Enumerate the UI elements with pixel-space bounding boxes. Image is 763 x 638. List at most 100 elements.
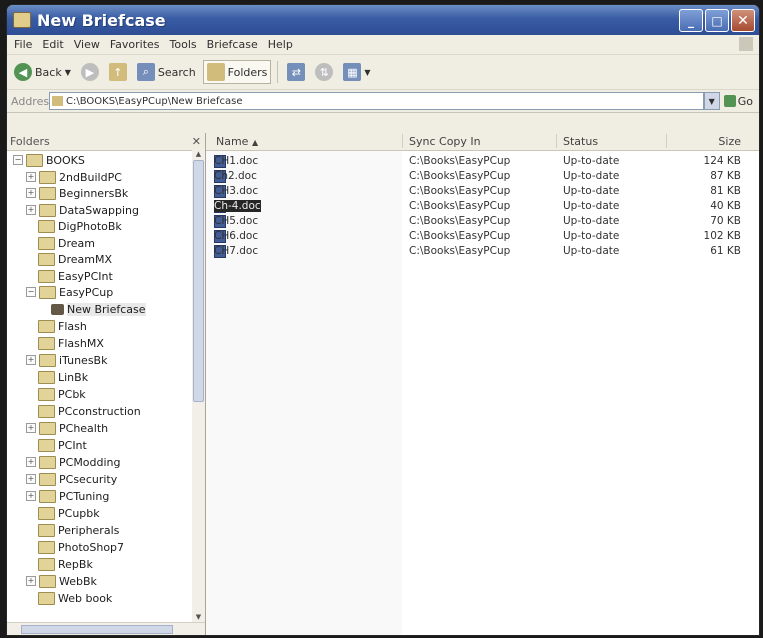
file-row[interactable]: CH5.doc C:\Books\EasyPCup Up-to-date 70 …	[206, 215, 759, 228]
tree-node[interactable]: + PCsecurity	[26, 471, 117, 487]
column-header-name[interactable]: Name ▲	[216, 135, 258, 148]
expand-icon[interactable]: +	[26, 172, 36, 182]
tree-node[interactable]: PCupbk	[38, 505, 100, 521]
tree-node[interactable]: FlashMX	[38, 335, 104, 351]
tree-node[interactable]: Flash	[38, 318, 87, 334]
folders-horizontal-scrollbar[interactable]	[7, 622, 205, 635]
up-folder-button[interactable]: ↑	[106, 61, 130, 83]
tree-node[interactable]: Peripherals	[38, 522, 119, 538]
column-divider[interactable]	[666, 134, 667, 148]
tree-node[interactable]: DreamMX	[38, 251, 112, 267]
file-row[interactable]: CH3.doc C:\Books\EasyPCup Up-to-date 81 …	[206, 185, 759, 198]
menu-edit[interactable]: Edit	[37, 38, 68, 51]
file-status: Up-to-date	[563, 170, 620, 182]
column-header-sync-copy-in[interactable]: Sync Copy In	[409, 135, 481, 148]
title-bar[interactable]: New Briefcase _ □ ✕	[7, 5, 759, 35]
tree-node[interactable]: PhotoShop7	[38, 539, 124, 555]
tree-node[interactable]: EasyPCInt	[38, 268, 113, 284]
menu-view[interactable]: View	[69, 38, 105, 51]
tree-node[interactable]: + PCModding	[26, 454, 121, 470]
file-size: 40 KB	[710, 200, 741, 212]
minimize-button[interactable]: _	[679, 9, 703, 32]
address-field[interactable]: C:\BOOKS\EasyPCup\New Briefcase	[49, 92, 704, 110]
file-row-selected[interactable]: Ch-4.doc C:\Books\EasyPCup Up-to-date 40…	[206, 200, 759, 213]
tree-node[interactable]: + WebBk	[26, 573, 97, 589]
expand-icon[interactable]: +	[26, 355, 36, 365]
file-status: Up-to-date	[563, 230, 620, 242]
folders-label: Folders	[227, 65, 268, 79]
back-dropdown-icon[interactable]: ▼	[65, 68, 71, 77]
file-row[interactable]: CH6.doc C:\Books\EasyPCup Up-to-date 102…	[206, 230, 759, 243]
file-status: Up-to-date	[563, 185, 620, 197]
go-button[interactable]: Go	[723, 95, 753, 108]
tree-node[interactable]: + BeginnersBk	[26, 185, 128, 201]
maximize-button[interactable]: □	[705, 9, 729, 32]
expand-icon[interactable]: +	[26, 474, 36, 484]
expand-icon[interactable]: +	[26, 423, 36, 433]
file-size: 87 KB	[710, 170, 741, 182]
collapse-icon[interactable]: −	[26, 287, 36, 297]
file-row[interactable]: CH1.doc C:\Books\EasyPCup Up-to-date 124…	[206, 155, 759, 168]
file-name: Ch-4.doc	[214, 200, 261, 212]
file-row[interactable]: Ch2.doc C:\Books\EasyPCup Up-to-date 87 …	[206, 170, 759, 183]
folder-icon	[38, 336, 55, 350]
folder-icon	[39, 353, 56, 367]
menu-briefcase[interactable]: Briefcase	[202, 38, 263, 51]
tree-node[interactable]: PCconstruction	[38, 403, 141, 419]
expand-icon[interactable]: +	[26, 188, 36, 198]
scroll-thumb[interactable]	[21, 625, 173, 634]
menu-file[interactable]: File	[9, 38, 37, 51]
file-status: Up-to-date	[563, 155, 620, 167]
folders-button[interactable]: Folders	[202, 60, 272, 84]
menu-tools[interactable]: Tools	[165, 38, 202, 51]
update-all-button[interactable]: ⇄	[284, 61, 308, 83]
column-header-size[interactable]: Size	[718, 135, 741, 148]
update-selection-button[interactable]: ⇅	[312, 61, 336, 83]
tree-node[interactable]: Dream	[38, 235, 95, 251]
collapse-icon[interactable]: −	[13, 155, 23, 165]
tree-node[interactable]: + iTunesBk	[26, 352, 107, 368]
expand-icon[interactable]: +	[26, 457, 36, 467]
expand-icon[interactable]: +	[26, 576, 36, 586]
file-status: Up-to-date	[563, 200, 620, 212]
folder-icon	[38, 236, 55, 250]
tree-node[interactable]: RepBk	[38, 556, 93, 572]
close-pane-icon[interactable]: ✕	[192, 135, 201, 148]
close-button[interactable]: ✕	[731, 9, 755, 32]
tree-node[interactable]: + PCTuning	[26, 488, 109, 504]
folder-icon	[38, 540, 55, 554]
tree-node[interactable]: + DataSwapping	[26, 202, 139, 218]
column-header-status[interactable]: Status	[563, 135, 598, 148]
scroll-thumb[interactable]	[193, 160, 204, 402]
tree-node[interactable]: + PChealth	[26, 420, 108, 436]
forward-button[interactable]: ▶	[78, 61, 102, 83]
column-divider[interactable]	[402, 134, 403, 148]
tree-node[interactable]: Web book	[38, 590, 112, 606]
folder-icon	[39, 285, 56, 299]
column-divider[interactable]	[556, 134, 557, 148]
tree-node[interactable]: − EasyPCup	[26, 284, 113, 300]
menu-favorites[interactable]: Favorites	[105, 38, 165, 51]
folder-icon	[39, 574, 56, 588]
folder-icon	[39, 170, 56, 184]
tree-node[interactable]: DigPhotoBk	[38, 218, 122, 234]
tree-node[interactable]: LinBk	[38, 369, 88, 385]
tree-node[interactable]: − BOOKS	[13, 152, 85, 168]
expand-icon[interactable]: +	[26, 491, 36, 501]
up-folder-icon: ↑	[108, 63, 127, 81]
search-button[interactable]: ⌕ Search	[134, 61, 199, 83]
scroll-up-icon[interactable]: ▲	[192, 150, 205, 160]
expand-icon[interactable]: +	[26, 205, 36, 215]
address-dropdown[interactable]: ▼	[703, 92, 720, 110]
file-sync-path: C:\Books\EasyPCup	[409, 215, 511, 227]
tree-node[interactable]: +2ndBuildPC	[26, 169, 122, 185]
tree-node[interactable]: PCInt	[38, 437, 87, 453]
sort-ascending-icon: ▲	[251, 138, 259, 147]
folders-vertical-scrollbar[interactable]: ▲ ▼	[192, 150, 205, 623]
tree-node[interactable]: PCbk	[38, 386, 86, 402]
file-row[interactable]: CH7.doc C:\Books\EasyPCup Up-to-date 61 …	[206, 245, 759, 258]
back-button[interactable]: ◀ Back ▼	[11, 61, 74, 83]
views-button[interactable]: ▦ ▼	[340, 61, 373, 83]
menu-help[interactable]: Help	[263, 38, 298, 51]
tree-node-selected[interactable]: New Briefcase	[51, 301, 146, 317]
